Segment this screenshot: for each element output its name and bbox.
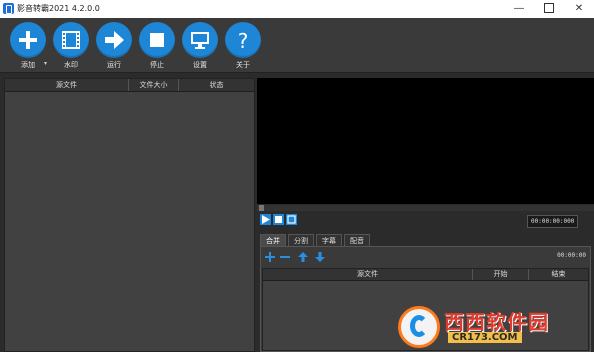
maximize-icon [544, 3, 554, 13]
app-icon [3, 3, 14, 14]
watermark-logo-icon [398, 306, 440, 348]
minimize-icon: ― [514, 3, 524, 14]
move-down-icon[interactable] [314, 251, 326, 263]
title-bar: 影音转霸2021 4.2.0.0 ― ✕ [0, 0, 594, 18]
watermark-button[interactable]: 水印 [49, 22, 93, 70]
fullscreen-button[interactable] [286, 214, 297, 225]
merge-table-header: 源文件 开始 结束 [263, 269, 588, 281]
site-watermark: 西西软件园 CR173.COM [398, 300, 594, 352]
close-icon: ✕ [574, 3, 584, 14]
move-up-icon[interactable] [297, 251, 309, 263]
main-toolbar: 添加 ▾ 水印 运行 停止 设置 ? 关于 [0, 18, 594, 73]
settings-label: 设置 [193, 61, 207, 69]
tab-split[interactable]: 分割 [288, 234, 314, 246]
video-preview [257, 78, 594, 204]
stop-button[interactable]: 停止 [135, 22, 179, 70]
timecode-display: 00:00:00:000 [527, 215, 579, 228]
about-button[interactable]: ? 关于 [221, 22, 265, 70]
seek-bar[interactable] [257, 205, 594, 211]
play-icon [262, 215, 270, 224]
watermark-brand: 西西软件园 [444, 310, 549, 334]
add-icon[interactable] [264, 251, 276, 263]
column-file-size[interactable]: 文件大小 [129, 79, 179, 91]
file-list-panel[interactable]: 源文件 文件大小 状态 [4, 78, 255, 352]
run-button[interactable]: 运行 [92, 22, 136, 70]
add-button[interactable]: 添加 ▾ [6, 22, 50, 70]
player-stop-button[interactable] [273, 214, 284, 225]
play-button[interactable] [260, 214, 271, 225]
minimize-button[interactable]: ― [504, 0, 534, 18]
column-start[interactable]: 开始 [473, 269, 529, 280]
run-label: 运行 [107, 61, 121, 69]
svg-text:?: ? [238, 29, 249, 52]
stop-label: 停止 [150, 61, 164, 69]
arrow-right-icon [96, 22, 132, 58]
chevron-down-icon[interactable]: ▾ [44, 60, 47, 67]
fullscreen-icon [287, 215, 296, 224]
settings-button[interactable]: 设置 [178, 22, 222, 70]
tab-merge[interactable]: 合并 [260, 234, 286, 246]
stop-icon [275, 216, 282, 223]
stop-icon [139, 22, 175, 58]
close-button[interactable]: ✕ [564, 0, 594, 18]
maximize-button[interactable] [534, 0, 564, 18]
watermark-site: CR173.COM [448, 332, 522, 343]
merge-time: 00:00:00 [557, 252, 586, 259]
file-list-header: 源文件 文件大小 状态 [5, 79, 254, 92]
monitor-icon [182, 22, 218, 58]
column-source-file[interactable]: 源文件 [5, 79, 129, 91]
watermark-label: 水印 [64, 61, 78, 69]
plus-icon [10, 22, 46, 58]
question-icon: ? [225, 22, 261, 58]
tab-dubbing[interactable]: 配音 [344, 234, 370, 246]
column-status[interactable]: 状态 [179, 79, 254, 91]
seek-handle[interactable] [259, 205, 264, 211]
tab-subtitle[interactable]: 字幕 [316, 234, 342, 246]
about-label: 关于 [236, 61, 250, 69]
column-end[interactable]: 结束 [529, 269, 588, 280]
window-title: 影音转霸2021 4.2.0.0 [17, 4, 100, 13]
column-source-file[interactable]: 源文件 [263, 269, 473, 280]
film-icon [53, 22, 89, 58]
remove-icon[interactable] [279, 251, 291, 263]
